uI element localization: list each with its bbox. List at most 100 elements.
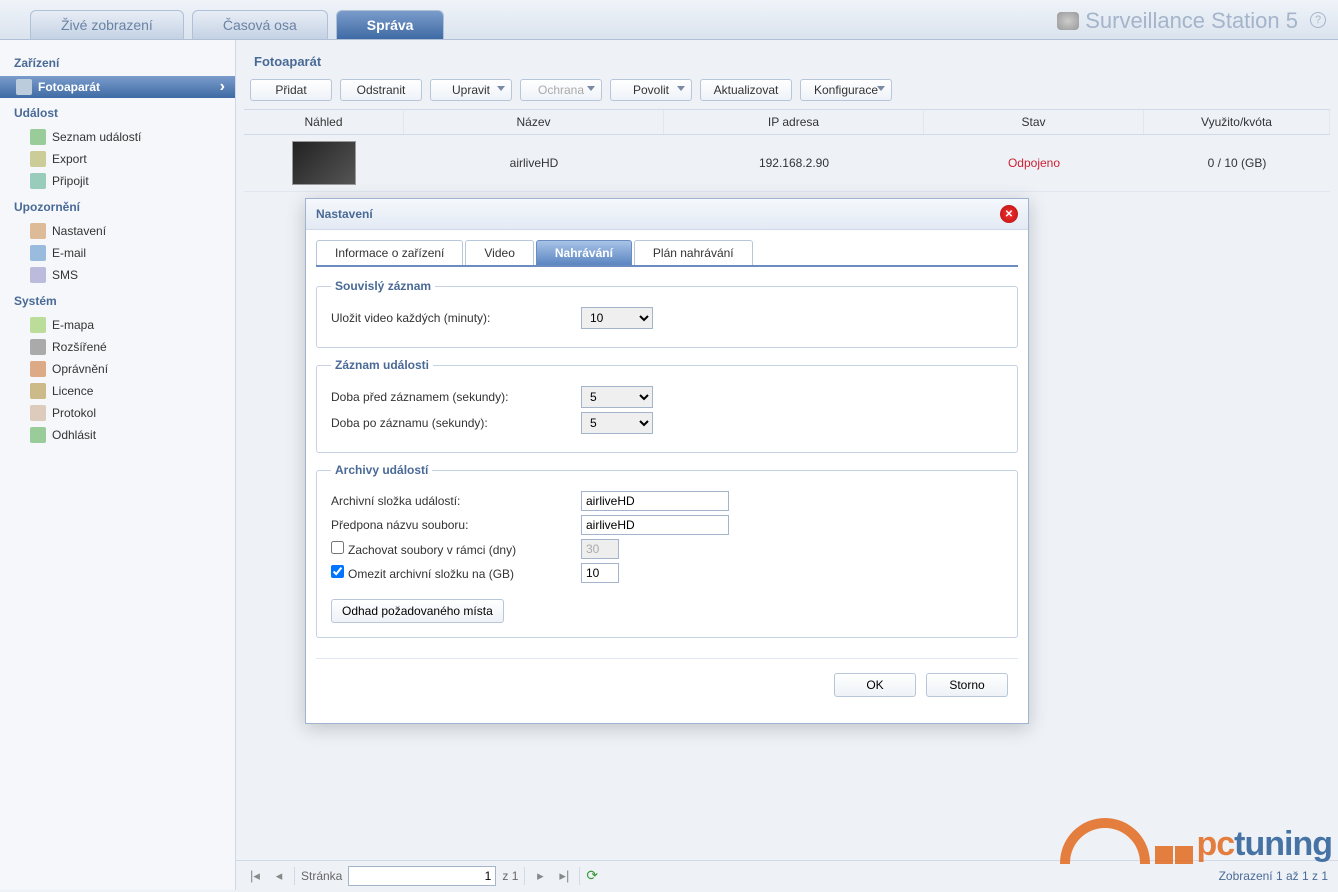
button-label: Ochrana <box>538 83 584 97</box>
chevron-down-icon <box>677 86 685 91</box>
page-label: Stránka <box>301 869 342 883</box>
sidebar-item-logout[interactable]: Odhlásit <box>0 424 235 446</box>
archive-folder-input[interactable] <box>581 491 729 511</box>
configure-button[interactable]: Konfigurace <box>800 79 892 101</box>
first-page-button[interactable]: |◂ <box>246 868 264 884</box>
col-quota[interactable]: Využito/kvóta <box>1144 110 1330 134</box>
sidebar-item-label: Export <box>52 152 87 166</box>
sidebar-item-license[interactable]: Licence <box>0 380 235 402</box>
sidebar-item-sms[interactable]: SMS <box>0 264 235 286</box>
help-icon[interactable]: ? <box>1310 12 1326 28</box>
button-label: Konfigurace <box>814 83 878 97</box>
toolbar: Přidat Odstranit Upravit Ochrana Povolit… <box>244 79 1330 109</box>
pre-record-label: Doba před záznamem (sekundy): <box>331 390 581 404</box>
sidebar-item-label: E-mapa <box>52 318 94 332</box>
sidebar-item-emap[interactable]: E-mapa <box>0 314 235 336</box>
page-input[interactable] <box>348 866 496 886</box>
sidebar-item-label: E-mail <box>52 246 86 260</box>
sidebar: Zařízení Fotoaparát Událost Seznam událo… <box>0 40 236 890</box>
keep-files-input <box>581 539 619 559</box>
gear-icon <box>30 339 46 355</box>
refresh-button[interactable]: Aktualizovat <box>700 79 792 101</box>
keep-files-label: Zachovat soubory v rámci (dny) <box>348 543 516 557</box>
sidebar-item-label: Oprávnění <box>52 362 108 376</box>
add-button[interactable]: Přidat <box>250 79 332 101</box>
sidebar-item-privileges[interactable]: Oprávnění <box>0 358 235 380</box>
sidebar-item-label: SMS <box>52 268 78 282</box>
post-record-select[interactable]: 5 <box>581 412 653 434</box>
post-record-label: Doba po záznamu (sekundy): <box>331 416 581 430</box>
list-icon <box>30 129 46 145</box>
sidebar-item-label: Seznam událostí <box>52 130 141 144</box>
enable-button[interactable]: Povolit <box>610 79 692 101</box>
cancel-button[interactable]: Storno <box>926 673 1008 697</box>
dialog-tabs: Informace o zařízení Video Nahrávání Plá… <box>316 240 1018 267</box>
key-icon <box>30 361 46 377</box>
logout-icon <box>30 427 46 443</box>
sidebar-item-advanced[interactable]: Rozšířené <box>0 336 235 358</box>
remove-button[interactable]: Odstranit <box>340 79 422 101</box>
pre-record-select[interactable]: 5 <box>581 386 653 408</box>
col-ip[interactable]: IP adresa <box>664 110 924 134</box>
filename-prefix-input[interactable] <box>581 515 729 535</box>
sidebar-item-label: Nastavení <box>52 224 106 238</box>
last-page-button[interactable]: ▸| <box>555 868 573 884</box>
tab-recording[interactable]: Nahrávání <box>536 240 632 265</box>
sidebar-item-log[interactable]: Protokol <box>0 402 235 424</box>
chevron-down-icon <box>497 86 505 91</box>
estimate-space-button[interactable]: Odhad požadovaného místa <box>331 599 504 623</box>
top-bar: Živé zobrazení Časová osa Správa Surveil… <box>0 0 1338 40</box>
filename-prefix-label: Předpona názvu souboru: <box>331 518 581 532</box>
prev-page-button[interactable]: ◂ <box>270 868 288 884</box>
tab-video[interactable]: Video <box>465 240 533 265</box>
edit-button[interactable]: Upravit <box>430 79 512 101</box>
sidebar-item-label: Licence <box>52 384 93 398</box>
limit-folder-checkbox[interactable] <box>331 565 344 578</box>
keep-files-checkbox[interactable] <box>331 541 344 554</box>
limit-folder-label: Omezit archivní složku na (GB) <box>348 567 514 581</box>
table-row[interactable]: airliveHD 192.168.2.90 Odpojeno 0 / 10 (… <box>244 135 1330 192</box>
map-icon <box>30 317 46 333</box>
fieldset-legend: Archivy událostí <box>331 463 432 477</box>
close-button[interactable]: ✕ <box>1000 205 1018 223</box>
sidebar-item-label: Odhlásit <box>52 428 96 442</box>
protection-button[interactable]: Ochrana <box>520 79 602 101</box>
col-thumbnail[interactable]: Náhled <box>244 110 404 134</box>
settings-dialog: Nastavení ✕ Informace o zařízení Video N… <box>305 198 1029 724</box>
sidebar-group-events: Událost <box>0 98 235 126</box>
sms-icon <box>30 267 46 283</box>
camera-icon <box>16 79 32 95</box>
col-name[interactable]: Název <box>404 110 664 134</box>
license-icon <box>30 383 46 399</box>
export-icon <box>30 151 46 167</box>
camera-thumbnail <box>292 141 356 185</box>
fieldset-legend: Souvislý záznam <box>331 279 435 293</box>
tab-management[interactable]: Správa <box>336 10 445 39</box>
col-state[interactable]: Stav <box>924 110 1144 134</box>
sidebar-item-camera[interactable]: Fotoaparát <box>0 76 235 98</box>
sidebar-item-email[interactable]: E-mail <box>0 242 235 264</box>
panel-title: Fotoaparát <box>244 50 1330 79</box>
table-header: Náhled Název IP adresa Stav Využito/kvót… <box>244 109 1330 135</box>
save-every-select[interactable]: 10 <box>581 307 653 329</box>
sidebar-group-devices: Zařízení <box>0 48 235 76</box>
sidebar-item-export[interactable]: Export <box>0 148 235 170</box>
wrench-icon <box>30 223 46 239</box>
cell-quota: 0 / 10 (GB) <box>1144 156 1330 170</box>
sidebar-item-connect[interactable]: Připojit <box>0 170 235 192</box>
tab-timeline[interactable]: Časová osa <box>192 10 328 39</box>
dialog-title: Nastavení <box>316 207 373 221</box>
refresh-icon[interactable]: ⟳ <box>586 867 598 884</box>
next-page-button[interactable]: ▸ <box>531 868 549 884</box>
sidebar-item-event-list[interactable]: Seznam událostí <box>0 126 235 148</box>
tab-live-view[interactable]: Živé zobrazení <box>30 10 184 39</box>
ok-button[interactable]: OK <box>834 673 916 697</box>
tab-schedule[interactable]: Plán nahrávání <box>634 240 753 265</box>
sidebar-item-settings[interactable]: Nastavení <box>0 220 235 242</box>
pager-summary: Zobrazení 1 až 1 z 1 <box>1219 869 1328 883</box>
app-title-text: Surveillance Station 5 <box>1085 8 1298 34</box>
limit-folder-input[interactable] <box>581 563 619 583</box>
event-record-group: Záznam události Doba před záznamem (seku… <box>316 358 1018 453</box>
tab-device-info[interactable]: Informace o zařízení <box>316 240 463 265</box>
sidebar-item-label: Rozšířené <box>52 340 107 354</box>
